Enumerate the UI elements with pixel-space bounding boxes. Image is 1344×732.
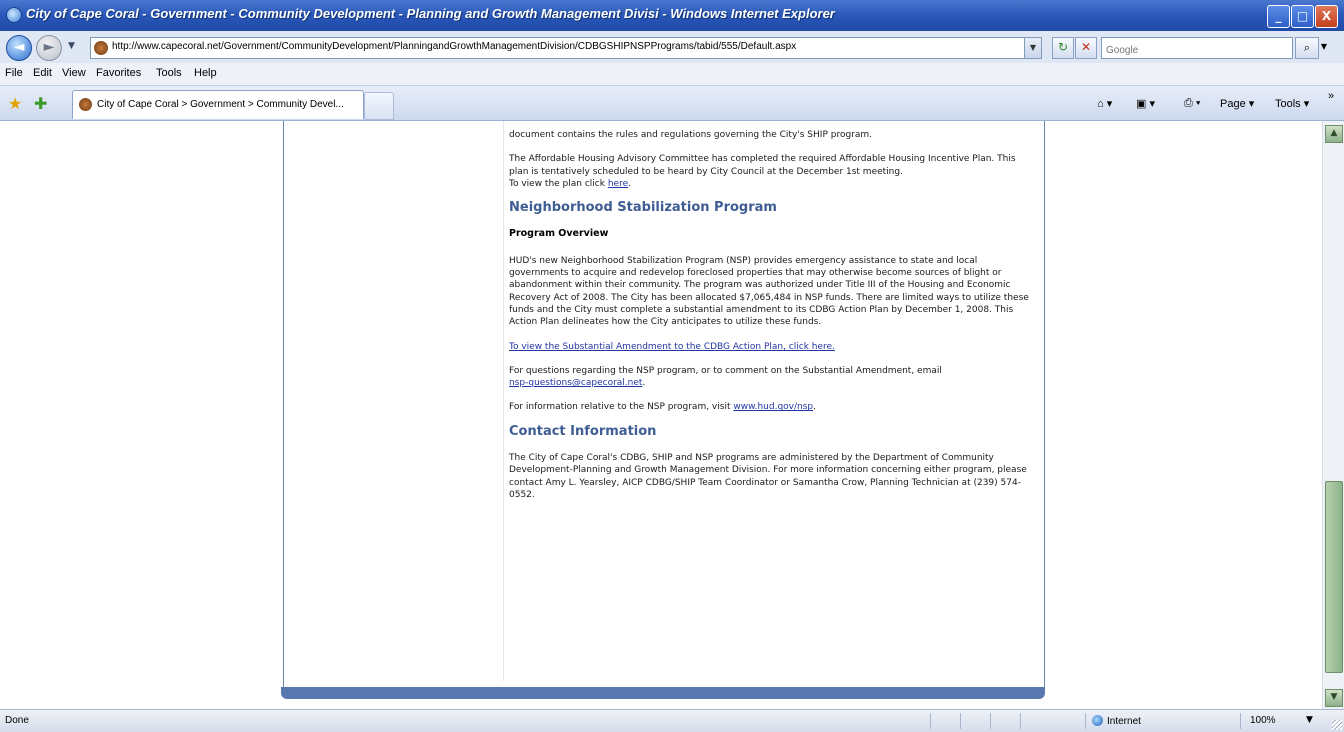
ie-logo-icon <box>6 7 22 23</box>
left-column-divider <box>503 121 504 681</box>
globe-icon <box>1092 715 1103 726</box>
questions-paragraph: For questions regarding the NSP program,… <box>509 365 942 376</box>
refresh-button[interactable]: ↻ <box>1052 37 1074 59</box>
home-button[interactable]: ⌂ ▾ <box>1097 97 1112 110</box>
ahac-paragraph: The Affordable Housing Advisory Committe… <box>509 154 1016 177</box>
email-period: . <box>642 378 646 389</box>
tab-active[interactable]: City of Cape Coral > Government > Commun… <box>72 90 364 119</box>
tab-bar: ★ ✚ City of Cape Coral > Government > Co… <box>0 86 1344 121</box>
maximize-button[interactable]: □ <box>1291 5 1314 28</box>
menu-help[interactable]: Help <box>194 67 217 79</box>
favorites-center-icon[interactable]: ★ <box>8 94 22 113</box>
tools-menu-button[interactable]: Tools ▾ <box>1275 97 1309 110</box>
contact-paragraph: The City of Cape Coral's CDBG, SHIP and … <box>509 453 1027 500</box>
search-options-icon[interactable]: ▼ <box>1318 37 1330 57</box>
tab-favicon-icon <box>79 98 92 111</box>
view-plan-line: To view the plan click here. <box>509 178 1029 190</box>
window-title: City of Cape Coral - Government - Commun… <box>26 6 835 21</box>
page-viewport: document contains the rules and regulati… <box>0 121 1322 709</box>
status-separator <box>930 713 931 729</box>
menu-bar: File Edit View Favorites Tools Help <box>0 63 1344 86</box>
new-tab-button[interactable] <box>364 92 394 120</box>
resize-grip-icon[interactable] <box>1332 720 1342 730</box>
search-button[interactable]: ⌕ <box>1295 37 1319 59</box>
menu-edit[interactable]: Edit <box>33 67 52 79</box>
article-body: document contains the rules and regulati… <box>509 129 1029 513</box>
menu-favorites[interactable]: Favorites <box>96 67 141 79</box>
view-plan-text: To view the plan click <box>509 178 608 189</box>
site-favicon-icon <box>94 41 108 55</box>
nsp-heading: Neighborhood Stabilization Program <box>509 200 777 216</box>
tab-label: City of Cape Coral > Government > Commun… <box>97 99 344 110</box>
scroll-up-button[interactable]: ▲ <box>1325 125 1343 143</box>
view-plan-link[interactable]: here <box>608 179 628 189</box>
status-separator <box>1020 713 1021 729</box>
zoom-dropdown-icon[interactable]: ▼ <box>1306 715 1313 725</box>
email-line: nsp-questions@capecoral.net. <box>509 377 1029 389</box>
view-plan-period: . <box>628 178 631 189</box>
hud-info-line: For information relative to the NSP prog… <box>509 401 1029 413</box>
search-box[interactable] <box>1101 37 1293 60</box>
zone-label: Internet <box>1107 716 1141 727</box>
history-dropdown-icon[interactable]: ▼ <box>68 41 75 51</box>
nsp-email-link[interactable]: nsp-questions@capecoral.net <box>509 378 642 388</box>
hud-info-text: For information relative to the NSP prog… <box>509 402 734 413</box>
stop-button[interactable]: ✕ <box>1075 37 1097 59</box>
forward-button[interactable]: ► <box>36 35 62 61</box>
scroll-down-button[interactable]: ▼ <box>1325 689 1343 707</box>
address-dropdown-icon[interactable]: ▼ <box>1024 38 1041 58</box>
substantial-amendment-link[interactable]: To view the Substantial Amendment to the… <box>509 342 835 352</box>
scroll-thumb[interactable] <box>1325 481 1343 673</box>
feeds-button[interactable]: ▣ ▾ <box>1136 97 1155 110</box>
title-bar: City of Cape Coral - Government - Commun… <box>0 0 1344 31</box>
back-button[interactable]: ◄ <box>6 35 32 61</box>
status-separator <box>1240 713 1241 729</box>
search-input[interactable] <box>1102 41 1290 60</box>
address-bar[interactable]: http://www.capecoral.net/Government/Comm… <box>90 37 1042 59</box>
hud-info-period: . <box>813 402 817 413</box>
close-window-button[interactable]: X <box>1315 5 1338 28</box>
status-separator <box>990 713 991 729</box>
add-favorites-icon[interactable]: ✚ <box>34 94 47 113</box>
contact-heading: Contact Information <box>509 423 657 439</box>
content-footer-band <box>281 687 1045 699</box>
minimize-button[interactable]: _ <box>1267 5 1290 28</box>
ship-rules-paragraph: document contains the rules and regulati… <box>509 130 873 140</box>
menu-tools[interactable]: Tools <box>156 67 182 79</box>
print-button[interactable]: ⎙ ▾ <box>1184 97 1200 110</box>
zoom-level[interactable]: 100% <box>1250 715 1276 726</box>
nsp-paragraph: HUD's new Neighborhood Stabilization Pro… <box>509 255 1029 328</box>
status-bar: Done Internet 100% ▼ <box>0 709 1344 732</box>
more-commands-button[interactable]: » <box>1328 90 1334 102</box>
menu-view[interactable]: View <box>62 67 86 79</box>
status-separator <box>960 713 961 729</box>
page-menu-button[interactable]: Page ▾ <box>1220 97 1254 110</box>
status-text: Done <box>5 715 29 726</box>
url-text[interactable]: http://www.capecoral.net/Government/Comm… <box>112 41 796 52</box>
vertical-scrollbar[interactable]: ▲ ▼ <box>1322 121 1344 709</box>
menu-file[interactable]: File <box>5 67 23 79</box>
program-overview-heading: Program Overview <box>509 228 609 240</box>
security-zone[interactable]: Internet <box>1092 715 1141 727</box>
address-toolbar: ◄ ► ▼ http://www.capecoral.net/Governmen… <box>0 31 1344 64</box>
status-separator <box>1085 713 1086 729</box>
hud-nsp-link[interactable]: www.hud.gov/nsp <box>733 402 813 412</box>
